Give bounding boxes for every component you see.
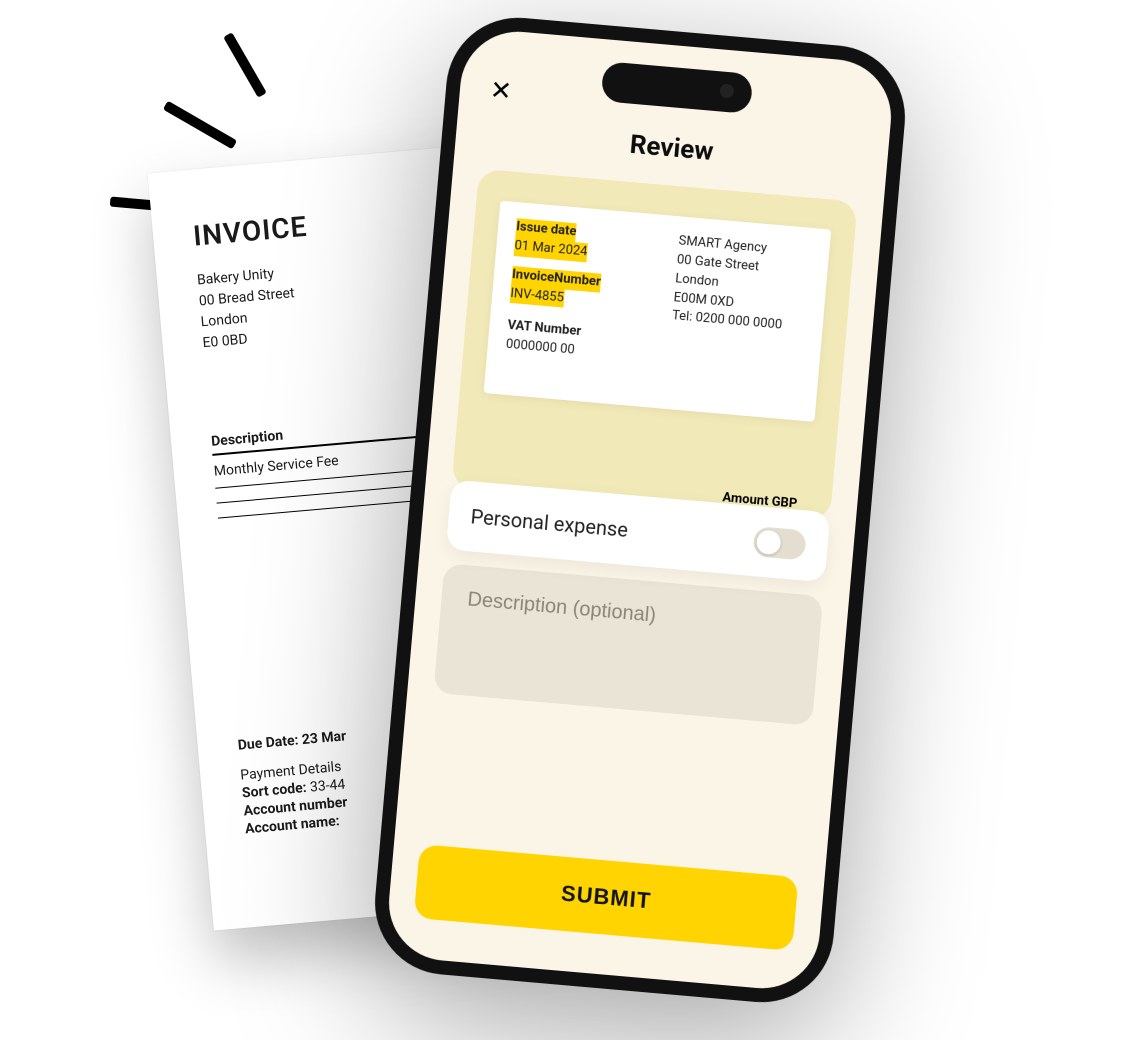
close-icon[interactable]: ✕	[489, 77, 513, 105]
invoice-preview-panel: Issue date 01 Mar 2024 InvoiceNumber INV…	[451, 169, 857, 521]
personal-expense-label: Personal expense	[470, 504, 629, 542]
personal-expense-toggle[interactable]	[752, 526, 806, 560]
invoice-document: Issue date 01 Mar 2024 InvoiceNumber INV…	[484, 201, 832, 422]
description-card	[433, 563, 823, 726]
invoice-number-value: INV-4855	[510, 284, 565, 307]
phone-mockup: ✕ Review Issue date 01 Mar 2024 InvoiceN…	[369, 12, 911, 1008]
description-input[interactable]	[464, 587, 801, 641]
invoice-recipient: SMART Agency 00 Gate Street London E00M …	[667, 232, 811, 380]
